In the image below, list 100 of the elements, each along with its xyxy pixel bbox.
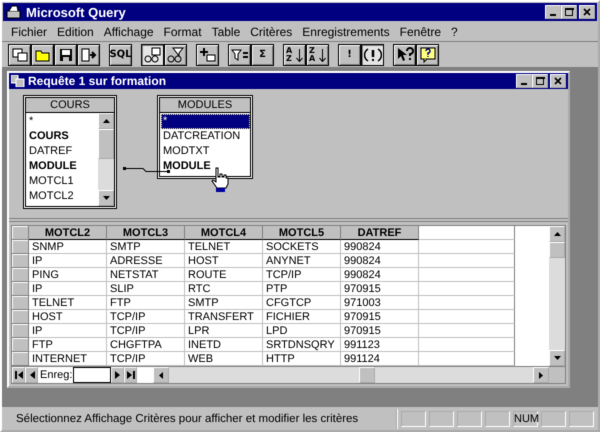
auto-query-icon bbox=[364, 46, 382, 63]
row-selector[interactable] bbox=[12, 240, 29, 254]
scrollbar[interactable] bbox=[98, 113, 114, 206]
scroll-up-button[interactable] bbox=[549, 226, 565, 242]
row-selector[interactable] bbox=[12, 296, 29, 310]
scroll-up-button[interactable] bbox=[98, 113, 114, 130]
toolbar-button[interactable] bbox=[141, 44, 164, 66]
table-cell: TCP/IP bbox=[107, 324, 185, 338]
field-item[interactable]: COURS bbox=[27, 129, 98, 144]
toolbar-button[interactable] bbox=[196, 44, 219, 66]
scroll-right-button[interactable] bbox=[533, 367, 549, 384]
status-panel bbox=[569, 410, 594, 427]
field-item[interactable]: MODULE bbox=[161, 159, 250, 174]
toolbar-button[interactable]: Σ bbox=[251, 44, 274, 66]
menu-item[interactable]: Enregistrements bbox=[297, 24, 395, 39]
table-name: MODULES bbox=[160, 98, 250, 114]
field-item[interactable]: MODTXT bbox=[161, 144, 250, 160]
column-header[interactable]: DATREF bbox=[341, 226, 419, 240]
toolbar-button[interactable] bbox=[8, 44, 31, 66]
toolbar-button[interactable]: ! bbox=[338, 44, 361, 66]
field-item[interactable]: DATCREATION bbox=[161, 129, 250, 144]
scroll-thumb[interactable] bbox=[98, 129, 114, 160]
previous-record-button[interactable] bbox=[25, 367, 38, 384]
row-selector[interactable] bbox=[12, 254, 29, 268]
scroll-thumb[interactable] bbox=[359, 367, 376, 384]
menu-item[interactable]: Affichage bbox=[98, 24, 159, 39]
row-selector[interactable] bbox=[12, 338, 29, 352]
table-cell: FTP bbox=[107, 296, 185, 310]
toolbar-button[interactable] bbox=[77, 44, 100, 66]
table-cell: NETSTAT bbox=[107, 268, 185, 282]
table-cell: SMTP bbox=[107, 240, 185, 254]
sort-button[interactable]: Z A bbox=[306, 44, 329, 66]
menu-item[interactable]: Format bbox=[158, 24, 207, 39]
sort-letter: Z bbox=[286, 54, 292, 63]
table-cell: LPR bbox=[185, 324, 263, 338]
table-cell: CHGFTPA bbox=[107, 338, 185, 352]
next-record-button[interactable] bbox=[111, 367, 124, 384]
minimize-button[interactable] bbox=[545, 5, 561, 20]
scroll-thumb[interactable] bbox=[549, 242, 565, 258]
column-header[interactable]: MOTCL4 bbox=[185, 226, 263, 240]
scroll-down-button[interactable] bbox=[549, 350, 565, 366]
column-header[interactable]: MOTCL3 bbox=[107, 226, 185, 240]
close-button[interactable] bbox=[550, 74, 566, 88]
last-record-button[interactable] bbox=[124, 367, 138, 384]
field-item[interactable]: MOTCL2 bbox=[27, 189, 98, 204]
menu-item[interactable]: ? bbox=[446, 24, 463, 39]
table-cell: TELNET bbox=[29, 296, 107, 310]
field-item[interactable]: * bbox=[161, 114, 250, 130]
sort-button[interactable]: A Z bbox=[283, 44, 306, 66]
record-field[interactable] bbox=[73, 367, 112, 384]
field-item[interactable]: DATREF bbox=[27, 144, 98, 160]
close-button[interactable] bbox=[579, 5, 595, 20]
minimize-icon bbox=[521, 83, 527, 86]
row-selector[interactable] bbox=[12, 352, 29, 366]
table-cell: SMTP bbox=[185, 296, 263, 310]
toolbar-button[interactable] bbox=[31, 44, 54, 66]
menu-item[interactable]: Critères bbox=[245, 24, 298, 39]
maximize-button[interactable] bbox=[561, 5, 577, 20]
scrollbar[interactable] bbox=[153, 367, 549, 384]
menu-item[interactable]: Fichier bbox=[6, 24, 52, 39]
column-header[interactable]: MOTCL2 bbox=[29, 226, 107, 240]
toolbar-button[interactable]: SQL bbox=[109, 44, 132, 66]
column-header[interactable]: MOTCL5 bbox=[263, 226, 341, 240]
record-label: Enreg: bbox=[38, 367, 74, 384]
row-selector[interactable] bbox=[12, 324, 29, 338]
menu-item[interactable]: Table bbox=[206, 24, 246, 39]
row-selector[interactable] bbox=[12, 226, 29, 240]
table-cell: RTC bbox=[185, 282, 263, 296]
first-record-button[interactable] bbox=[12, 367, 25, 384]
last-record-icon bbox=[126, 371, 135, 380]
table-cell: HOST bbox=[29, 310, 107, 324]
table-cell: LPD bbox=[263, 324, 341, 338]
table-cell: 990824 bbox=[341, 268, 419, 282]
toolbar-button[interactable] bbox=[393, 44, 416, 66]
table-cell: SRTDNSQRY bbox=[263, 338, 341, 352]
menu-item[interactable]: Edition bbox=[52, 24, 99, 39]
right-arrow-icon bbox=[539, 372, 543, 379]
field-item[interactable]: * bbox=[27, 114, 98, 130]
status-panel bbox=[457, 410, 482, 427]
toolbar-button[interactable] bbox=[54, 44, 77, 66]
table-cell: IP bbox=[29, 324, 107, 338]
scroll-down-button[interactable] bbox=[98, 190, 114, 206]
scroll-left-button[interactable] bbox=[153, 367, 170, 384]
toolbar-button[interactable] bbox=[361, 44, 384, 66]
toolbar-button[interactable] bbox=[416, 44, 439, 66]
table-cell: TELNET bbox=[185, 240, 263, 254]
down-arrow-icon bbox=[296, 48, 303, 62]
toolbar-button[interactable] bbox=[164, 44, 187, 66]
row-selector[interactable] bbox=[12, 268, 29, 282]
row-selector[interactable] bbox=[12, 282, 29, 296]
scrollbar[interactable] bbox=[549, 226, 565, 366]
row-selector[interactable] bbox=[12, 310, 29, 324]
table-cell: IP bbox=[29, 254, 107, 268]
menu-item[interactable]: Fenêtre bbox=[394, 24, 446, 39]
status-panel: NUM bbox=[513, 410, 538, 427]
field-item[interactable]: MOTCL1 bbox=[27, 174, 98, 190]
toolbar-button[interactable] bbox=[228, 44, 251, 66]
minimize-button[interactable] bbox=[516, 74, 532, 88]
maximize-button[interactable] bbox=[532, 74, 548, 88]
field-item[interactable]: MODULE bbox=[27, 159, 98, 174]
